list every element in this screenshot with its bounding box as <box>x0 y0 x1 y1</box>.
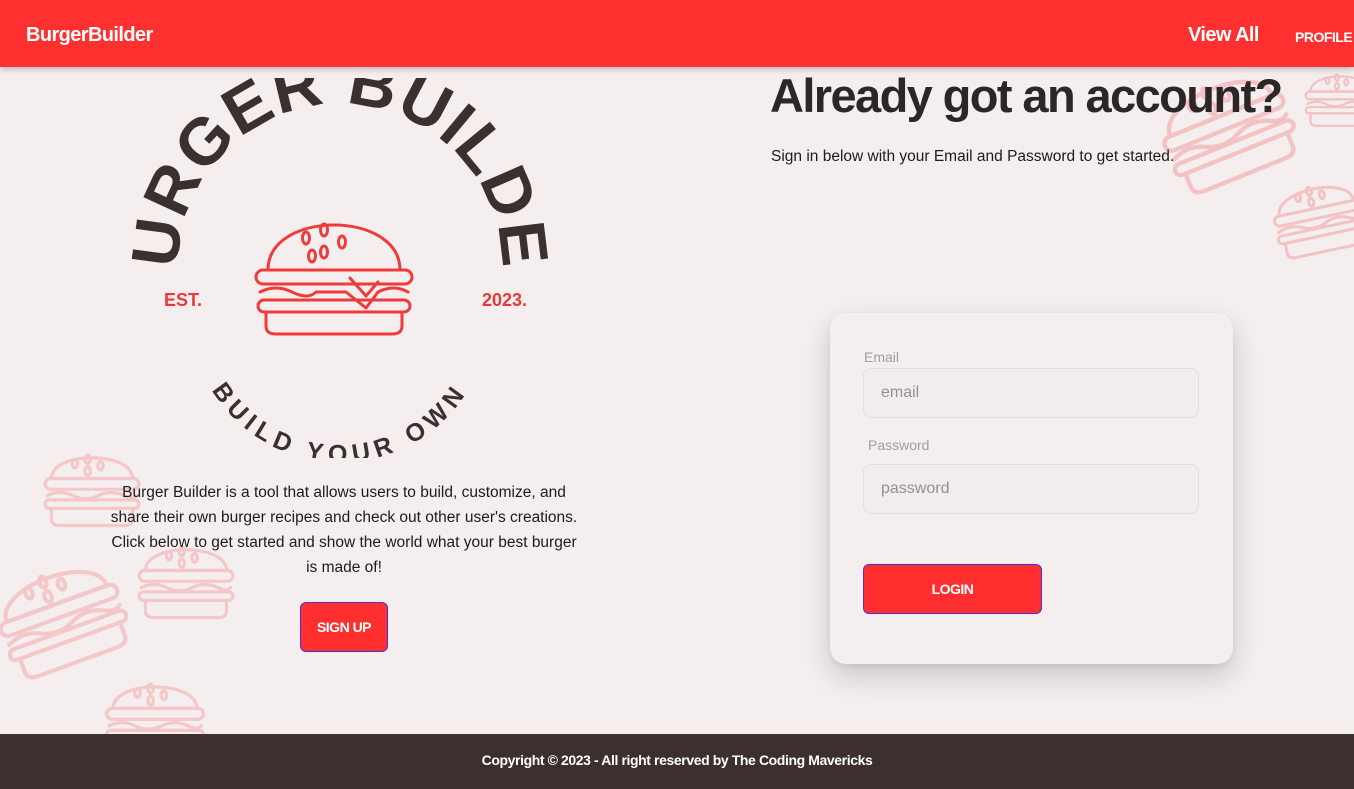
navbar: BurgerBuilder View All PROFILE <box>0 0 1354 67</box>
password-field[interactable] <box>863 464 1199 514</box>
view-all-link[interactable]: View All <box>1188 24 1259 47</box>
signup-button[interactable]: SIGN UP <box>300 602 388 652</box>
burger-builder-logo: BURGER BUILDER BUILD YOUR OWN EST. 2023. <box>130 78 550 458</box>
login-button[interactable]: LOGIN <box>863 564 1042 614</box>
logo-tagline: BUILD YOUR OWN <box>206 377 467 458</box>
logo-year: 2023. <box>482 290 527 310</box>
page-subtitle: Sign in below with your Email and Passwo… <box>771 148 1175 165</box>
burger-pattern-icon <box>1300 62 1354 132</box>
app-description: Burger Builder is a tool that allows use… <box>110 484 578 576</box>
svg-text:BUILD YOUR OWN: BUILD YOUR OWN <box>206 377 473 458</box>
footer-copyright: Copyright © 2023 - All right reserved by… <box>481 752 873 768</box>
footer: Copyright © 2023 - All right reserved by… <box>0 734 1354 789</box>
burger-pattern-icon <box>1260 161 1354 270</box>
login-card: Email Password LOGIN <box>830 313 1233 664</box>
logo-est: EST. <box>164 290 202 310</box>
password-label: Password <box>868 437 930 453</box>
burger-icon <box>254 222 414 336</box>
email-field[interactable] <box>863 368 1199 418</box>
brand-link[interactable]: BurgerBuilder <box>26 24 153 47</box>
email-label: Email <box>864 349 900 365</box>
page-title: Already got an account? <box>770 69 1283 122</box>
profile-link[interactable]: PROFILE <box>1295 29 1353 45</box>
